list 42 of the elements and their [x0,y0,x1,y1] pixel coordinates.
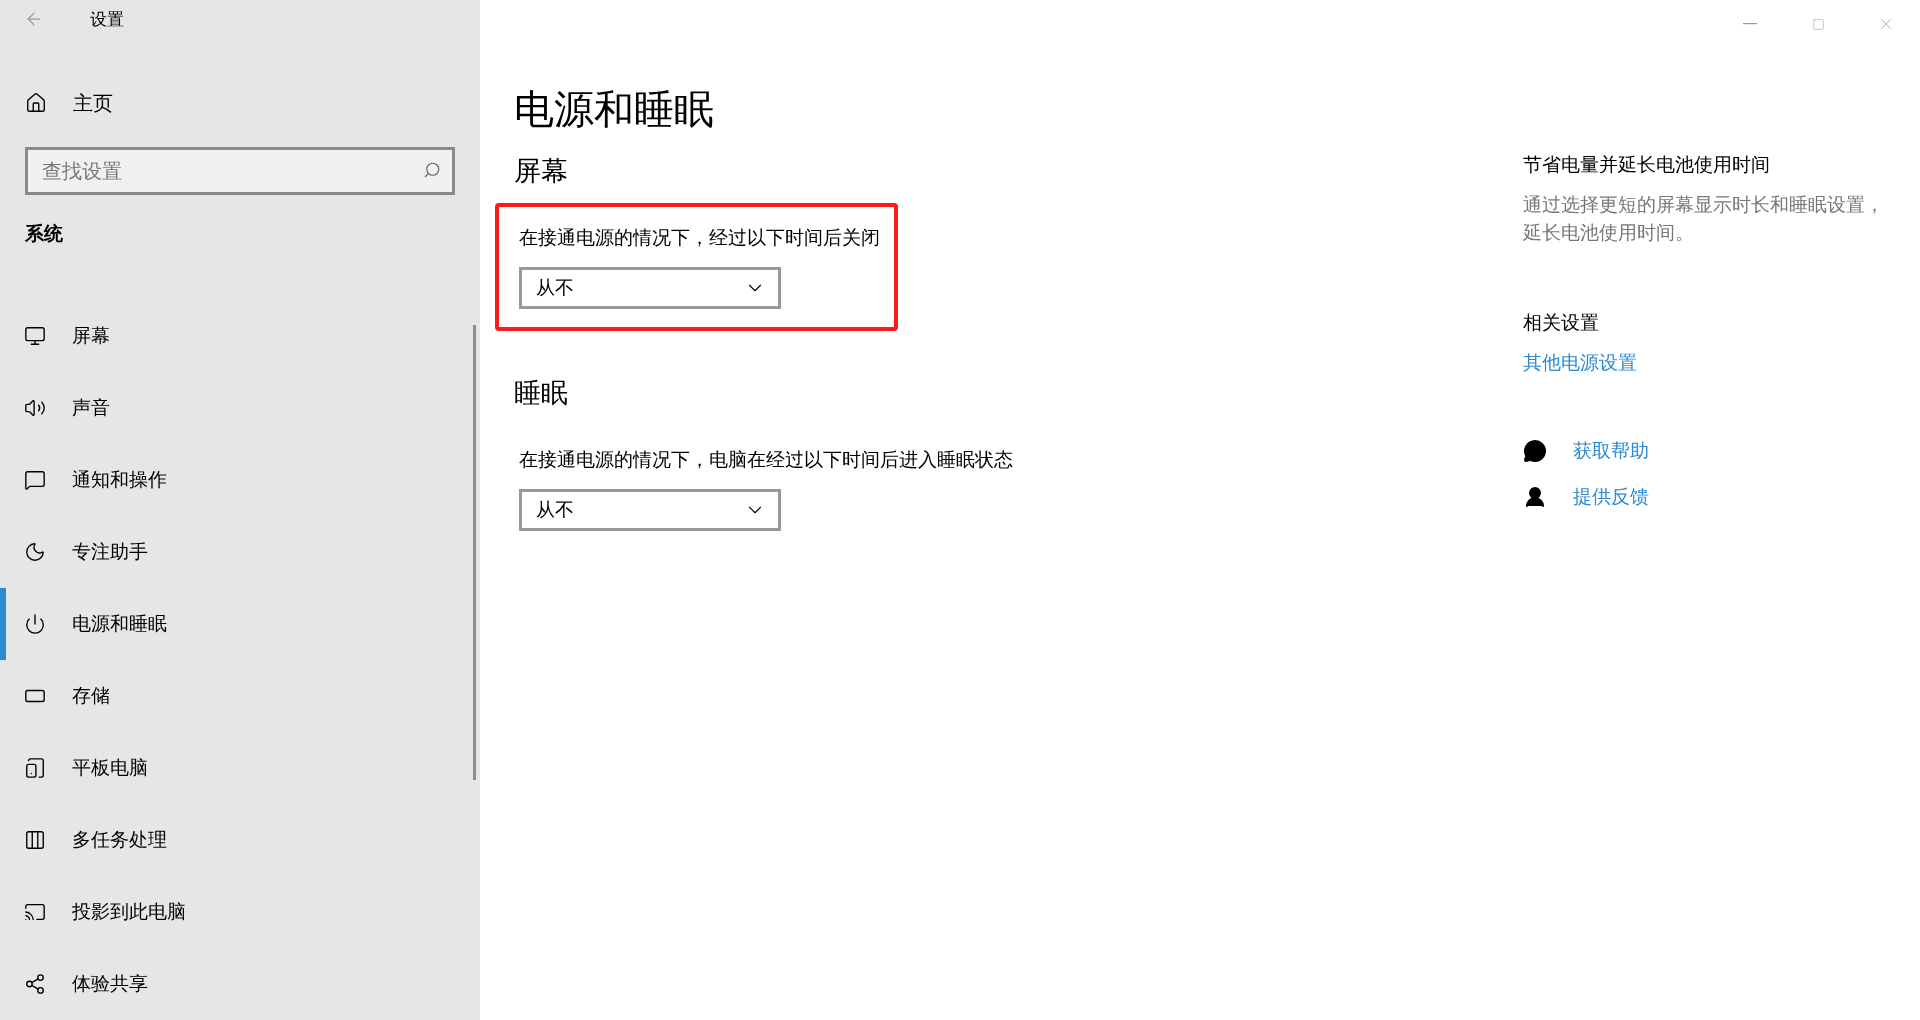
monitor-icon [24,325,46,347]
related-heading: 相关设置 [1523,310,1600,335]
tablet-icon [24,757,46,779]
power-icon [24,613,46,635]
nav-item[interactable]: 声音 [0,372,480,444]
dropdown[interactable]: 从不 [519,489,781,531]
moon-icon [24,541,46,563]
setting-label: 在接通电源的情况下，电脑在经过以下时间后进入睡眠状态 [519,447,1013,472]
speech-bubble-icon [24,469,46,491]
nav-item[interactable]: 专注助手 [0,516,480,588]
columns-icon [24,829,46,851]
aside-description: 通过选择更短的屏幕显示时长和睡眠设置，延长电池使用时间。 [1523,192,1885,245]
nav-item[interactable]: 多任务处理 [0,804,480,876]
setting-label: 在接通电源的情况下，经过以下时间后关闭 [519,225,880,250]
search-icon[interactable] [423,161,441,180]
nav-item[interactable]: 屏幕 [0,300,480,372]
speaker-icon [24,397,46,419]
nav-item[interactable]: 存储 [0,660,480,732]
maximize-icon [1811,17,1825,31]
section-heading: 睡眠 [514,376,569,410]
home-item[interactable]: 主页 [0,78,480,128]
person-icon [1523,485,1547,509]
home-icon [25,92,47,115]
dropdown[interactable]: 从不 [519,267,781,309]
help-link[interactable]: 获取帮助 [1573,438,1649,464]
help-link[interactable]: 提供反馈 [1573,484,1649,510]
window-title: 设置 [90,7,124,31]
share-icon [24,973,46,995]
minimize-icon [1743,23,1757,25]
help-bubble-icon [1523,439,1547,463]
nav-item[interactable]: 投影到此电脑 [0,876,480,948]
section-heading: 屏幕 [514,154,569,188]
projector-icon [24,901,46,923]
section-heading: 系统 [25,222,63,245]
power-settings-link[interactable]: 其他电源设置 [1523,351,1637,373]
scrollbar[interactable] [473,325,476,780]
nav-item[interactable]: 体验共享 [0,948,480,1020]
aside-heading: 节省电量并延长电池使用时间 [1523,152,1771,177]
nav-item[interactable]: 平板电脑 [0,732,480,804]
page-title: 电源和睡眠 [514,85,715,134]
nav-item[interactable]: 通知和操作 [0,444,480,516]
search-field[interactable]: 查找设置 [25,147,455,196]
